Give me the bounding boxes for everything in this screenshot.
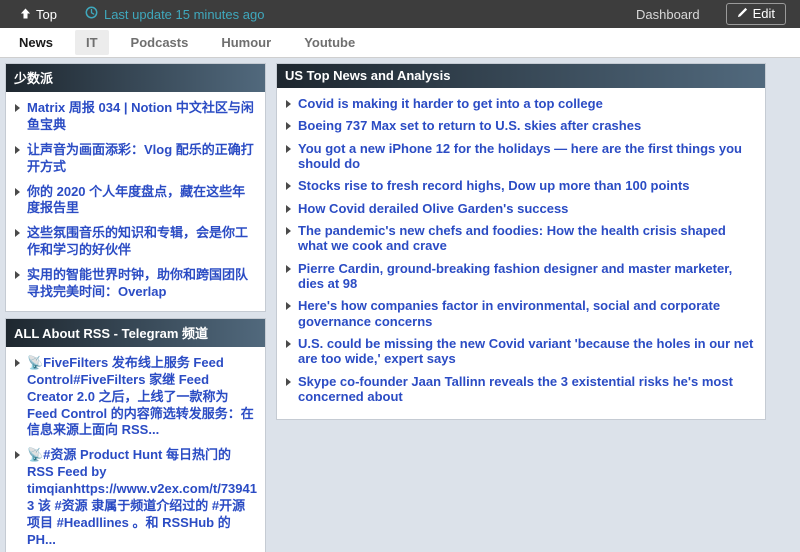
panel-sspai: 少数派 Matrix 周报 034 | Notion 中文社区与闲鱼宝典 让声音… [5,63,266,312]
feed-item: Skype co-founder Jaan Tallinn reveals th… [281,374,757,405]
panel-allaboutrss-list: 📡FiveFilters 发布线上服务 Feed Control#FiveFil… [6,347,265,552]
left-column: 少数派 Matrix 周报 034 | Notion 中文社区与闲鱼宝典 让声音… [5,63,266,552]
feed-item-link[interactable]: 📡#资源 Product Hunt 每日热门的 RSS Feed by timq… [27,447,257,548]
last-update-text: Last update 15 minutes ago [104,7,264,22]
feed-item-link[interactable]: 实用的智能世界时钟，助你和跨国团队寻找完美时间：Overlap [27,267,257,301]
feed-item: Boeing 737 Max set to return to U.S. ski… [281,118,757,133]
feed-item-link[interactable]: The pandemic's new chefs and foodies: Ho… [298,223,757,254]
panel-allaboutrss: ALL About RSS - Telegram 频道 📡FiveFilters… [5,318,266,552]
last-update-status[interactable]: Last update 15 minutes ago [85,6,264,22]
tab-youtube[interactable]: Youtube [293,30,366,55]
panel-usnews: US Top News and Analysis Covid is making… [276,63,766,420]
feed-item-link[interactable]: Covid is making it harder to get into a … [298,96,757,111]
feed-item: 这些氛围音乐的知识和专辑，会是你工作和学习的好伙伴 [10,225,257,259]
feed-item-link[interactable]: You got a new iPhone 12 for the holidays… [298,141,757,172]
feed-item: Stocks rise to fresh record highs, Dow u… [281,178,757,193]
panel-sspai-list: Matrix 周报 034 | Notion 中文社区与闲鱼宝典 让声音为画面添… [6,92,265,311]
tab-podcasts[interactable]: Podcasts [120,30,200,55]
feed-item: Here's how companies factor in environme… [281,298,757,329]
feed-item: 你的 2020 个人年度盘点，藏在这些年度报告里 [10,184,257,218]
arrow-up-icon [20,7,31,22]
feed-item-link[interactable]: U.S. could be missing the new Covid vari… [298,336,757,367]
feed-item: 📡FiveFilters 发布线上服务 Feed Control#FiveFil… [10,355,257,439]
feed-item: You got a new iPhone 12 for the holidays… [281,141,757,172]
pencil-icon [737,7,748,21]
panel-usnews-list: Covid is making it harder to get into a … [277,88,765,419]
feed-item-link[interactable]: How Covid derailed Olive Garden's succes… [298,201,757,216]
panel-usnews-title: US Top News and Analysis [277,64,765,88]
top-bar: Top Last update 15 minutes ago Dashboard… [0,0,800,28]
feed-item: Covid is making it harder to get into a … [281,96,757,111]
category-tab-bar: News IT Podcasts Humour Youtube [0,28,800,58]
panel-allaboutrss-title: ALL About RSS - Telegram 频道 [6,319,265,347]
feed-item: U.S. could be missing the new Covid vari… [281,336,757,367]
feed-item: 让声音为画面添彩：Vlog 配乐的正确打开方式 [10,142,257,176]
feed-item-link[interactable]: 这些氛围音乐的知识和专辑，会是你工作和学习的好伙伴 [27,225,257,259]
feed-item: 📡#资源 Product Hunt 每日热门的 RSS Feed by timq… [10,447,257,548]
top-label: Top [36,7,57,22]
panel-sspai-title: 少数派 [6,64,265,92]
tab-news[interactable]: News [8,30,64,55]
feed-item-link[interactable]: Boeing 737 Max set to return to U.S. ski… [298,118,757,133]
feed-item: Matrix 周报 034 | Notion 中文社区与闲鱼宝典 [10,100,257,134]
feed-item-link[interactable]: Skype co-founder Jaan Tallinn reveals th… [298,374,757,405]
tab-it[interactable]: IT [75,30,109,55]
feed-item-link[interactable]: 你的 2020 个人年度盘点，藏在这些年度报告里 [27,184,257,218]
feed-item: How Covid derailed Olive Garden's succes… [281,201,757,216]
right-column: US Top News and Analysis Covid is making… [276,63,766,420]
dashboard-content: 少数派 Matrix 周报 034 | Notion 中文社区与闲鱼宝典 让声音… [0,58,800,552]
feed-item: Pierre Cardin, ground-breaking fashion d… [281,261,757,292]
feed-item: The pandemic's new chefs and foodies: Ho… [281,223,757,254]
feed-item-link[interactable]: Pierre Cardin, ground-breaking fashion d… [298,261,757,292]
feed-item-link[interactable]: 📡FiveFilters 发布线上服务 Feed Control#FiveFil… [27,355,257,439]
feed-item-link[interactable]: Here's how companies factor in environme… [298,298,757,329]
tab-humour[interactable]: Humour [210,30,282,55]
edit-button-label: Edit [753,6,775,21]
edit-button[interactable]: Edit [726,3,786,25]
feed-item: 实用的智能世界时钟，助你和跨国团队寻找完美时间：Overlap [10,267,257,301]
clock-icon [85,6,98,22]
feed-item-link[interactable]: Matrix 周报 034 | Notion 中文社区与闲鱼宝典 [27,100,257,134]
feed-item-link[interactable]: 让声音为画面添彩：Vlog 配乐的正确打开方式 [27,142,257,176]
feed-item-link[interactable]: Stocks rise to fresh record highs, Dow u… [298,178,757,193]
scroll-to-top-button[interactable]: Top [20,7,57,22]
dashboard-link[interactable]: Dashboard [636,7,700,22]
